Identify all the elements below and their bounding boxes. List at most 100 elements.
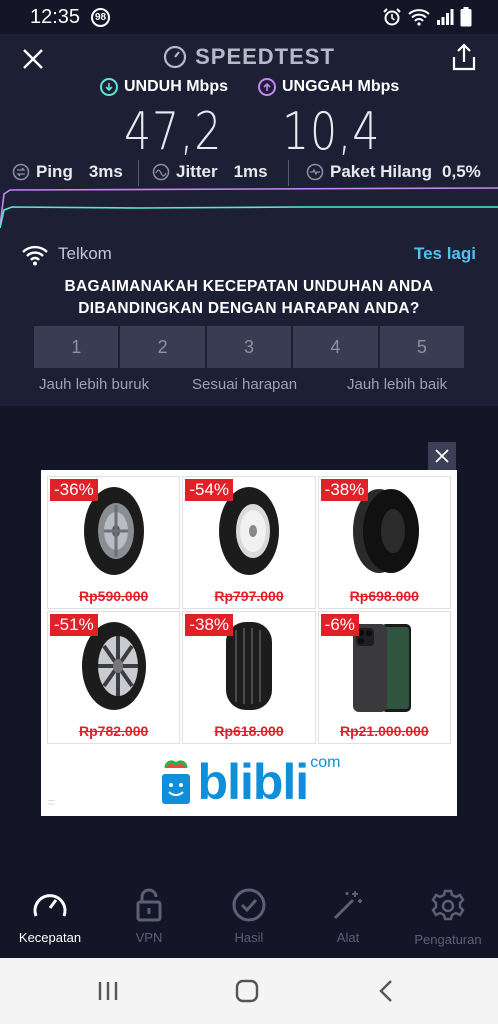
- upload-label: UNGGAH Mbps: [258, 78, 399, 96]
- app-title: SPEEDTEST: [0, 44, 498, 70]
- original-price: Rp782.000: [79, 723, 149, 739]
- ad-product-card[interactable]: -51% Rp782.000: [47, 611, 181, 744]
- packet-loss-stat: Paket Hilang 0,5%: [306, 162, 481, 182]
- app-title-text: SPEEDTEST: [195, 44, 335, 69]
- discount-badge: -38%: [185, 614, 234, 636]
- share-button[interactable]: [450, 42, 478, 72]
- isp-name: Telkom: [58, 244, 112, 263]
- back-button[interactable]: [372, 978, 402, 1004]
- discount-badge: -38%: [320, 479, 369, 501]
- wifi-icon: [22, 245, 48, 266]
- advertisement-banner[interactable]: -36% Rp590.000 -54% Rp797.000 -38% Rp698…: [41, 470, 457, 816]
- discount-badge: -36%: [50, 479, 98, 501]
- nav-item-vpn[interactable]: VPN: [99, 888, 199, 945]
- rating-button-3[interactable]: 3: [206, 326, 292, 368]
- brand-domain-suffix: com: [310, 754, 341, 771]
- ad-product-card[interactable]: -36% Rp590.000: [47, 476, 181, 609]
- recent-apps-icon: [98, 982, 118, 1000]
- download-arrow-icon: [100, 78, 118, 96]
- back-icon: [379, 980, 392, 1002]
- jitter-label: Jitter: [176, 162, 218, 181]
- ad-marker: =: [47, 794, 56, 810]
- discount-badge: -54%: [185, 479, 234, 501]
- share-icon: [452, 43, 476, 71]
- packet-loss-label: Paket Hilang: [330, 162, 433, 181]
- rating-button-1[interactable]: 1: [34, 326, 119, 368]
- system-navigation-bar: [0, 958, 498, 1024]
- jitter-value: 1ms: [233, 162, 268, 181]
- rating-button-4[interactable]: 4: [293, 326, 378, 368]
- signal-icon: [437, 9, 454, 25]
- status-icons: [382, 7, 472, 27]
- alarm-icon: [383, 8, 401, 26]
- ad-product-card[interactable]: -54% Rp797.000: [182, 476, 316, 609]
- nav-label: VPN: [135, 930, 163, 945]
- nav-item-speed[interactable]: Kecepatan: [0, 888, 100, 945]
- rating-labels: Jauh lebih buruk Sesuai harapan Jauh leb…: [0, 376, 498, 398]
- nav-item-results[interactable]: Hasil: [199, 888, 299, 945]
- nav-item-settings[interactable]: Pengaturan: [398, 888, 498, 947]
- shopping-bag-icon: [161, 760, 190, 804]
- ping-label: Ping: [36, 162, 73, 181]
- close-icon: [435, 449, 449, 463]
- upload-arrow-icon: [258, 78, 276, 96]
- discount-badge: -6%: [320, 614, 359, 636]
- original-price: Rp797.000: [214, 588, 284, 604]
- original-price: Rp590.000: [79, 588, 149, 604]
- status-bar: 12:35 98: [0, 0, 498, 34]
- home-button[interactable]: [232, 978, 262, 1004]
- survey-question-line1: BAGAIMANAKAH KECEPATAN UNDUHAN ANDA: [64, 278, 434, 295]
- ping-value: 3ms: [88, 162, 123, 181]
- bottom-navigation: Kecepatan VPN Hasil Alat Pengaturan: [0, 878, 498, 958]
- jitter-icon: [152, 163, 170, 181]
- nav-label: Hasil: [234, 930, 264, 945]
- speed-result-panel: SPEEDTEST UNDUH Mbps UNGGAH Mbps 47,2 10…: [0, 34, 498, 406]
- magic-wand-icon: [333, 891, 362, 920]
- recent-apps-button[interactable]: [93, 978, 123, 1004]
- rating-label-better: Jauh lebih baik: [347, 376, 448, 393]
- speedometer-icon: [33, 894, 67, 917]
- survey-question: BAGAIMANAKAH KECEPATAN UNDUHAN ANDA DIBA…: [0, 276, 498, 320]
- ad-product-card[interactable]: -38% Rp698.000: [317, 476, 451, 609]
- download-graph-line: [0, 206, 498, 229]
- original-price: Rp698.000: [349, 588, 419, 604]
- ping-icon: [12, 163, 30, 181]
- download-speed-value: 47,2: [124, 102, 223, 162]
- download-label: UNDUH Mbps: [100, 78, 228, 96]
- speed-graph: [0, 187, 498, 229]
- packet-loss-value: 0,5%: [442, 162, 481, 181]
- upload-label-text: UNGGAH Mbps: [282, 78, 400, 95]
- home-icon: [235, 979, 259, 1003]
- battery-icon: [460, 7, 472, 27]
- ad-product-grid: -36% Rp590.000 -54% Rp797.000 -38% Rp698…: [47, 476, 451, 744]
- brand-logo: blibli com: [41, 748, 457, 816]
- ad-product-card[interactable]: -38% Rp618.000: [182, 611, 316, 744]
- rating-label-expected: Sesuai harapan: [192, 376, 298, 393]
- rating-button-5[interactable]: 5: [379, 326, 465, 368]
- gauge-icon: [163, 45, 187, 69]
- upload-speed-value: 10,4: [282, 102, 381, 162]
- nav-label: Alat: [336, 930, 360, 945]
- brand-name: blibli: [197, 754, 310, 810]
- lock-icon: [136, 888, 162, 922]
- nav-item-tools[interactable]: Alat: [298, 888, 398, 945]
- nav-label: Kecepatan: [18, 930, 82, 945]
- ping-stat: Ping 3ms: [12, 162, 123, 182]
- original-price: Rp21.000.000: [339, 723, 429, 739]
- discount-badge: -51%: [50, 614, 98, 636]
- retry-test-link[interactable]: Tes lagi: [414, 244, 476, 264]
- rating-button-2[interactable]: 2: [120, 326, 205, 368]
- status-time: 12:35: [30, 6, 81, 28]
- check-circle-icon: [232, 888, 266, 922]
- packet-loss-icon: [306, 163, 324, 181]
- nav-label: Pengaturan: [414, 932, 482, 947]
- jitter-stat: Jitter 1ms: [152, 162, 268, 182]
- survey-question-line2: DIBANDINGKAN DENGAN HARAPAN ANDA?: [78, 300, 420, 317]
- ad-product-card[interactable]: -6% Rp21.000.000: [317, 611, 451, 744]
- rating-scale: 1 2 3 4 5: [34, 326, 465, 368]
- gear-icon: [431, 889, 465, 921]
- download-label-text: UNDUH Mbps: [124, 78, 228, 95]
- notification-count-badge: 98: [91, 8, 110, 27]
- ad-close-button[interactable]: [428, 442, 456, 470]
- rating-label-worse: Jauh lebih buruk: [39, 376, 150, 393]
